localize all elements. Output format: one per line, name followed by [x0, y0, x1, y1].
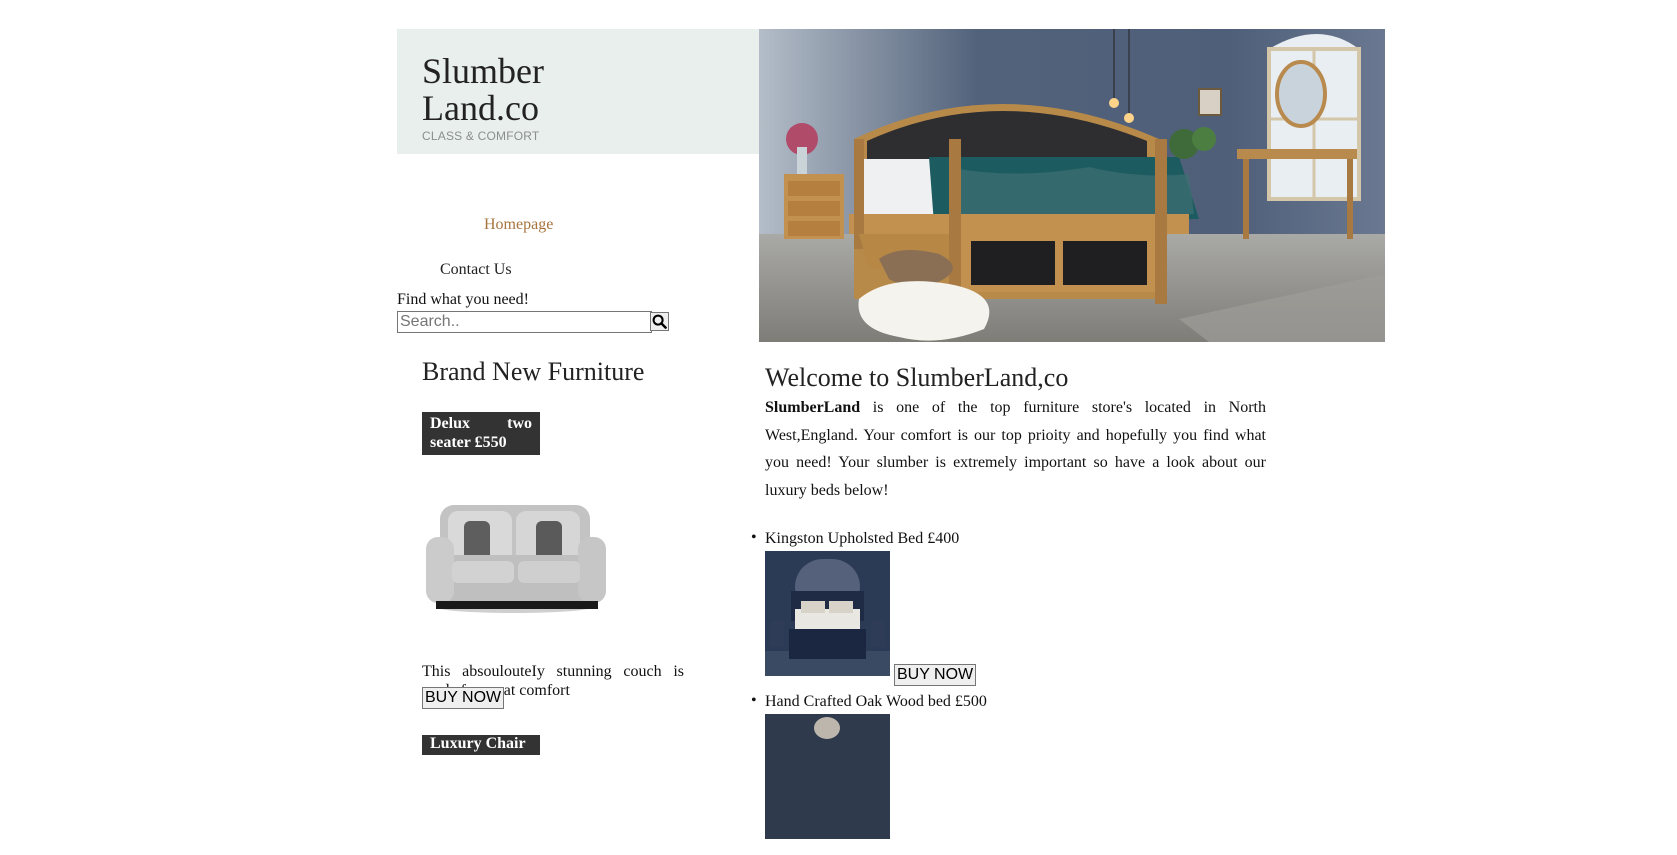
- hero-bedroom-image: [759, 29, 1385, 342]
- sidebar-section-title: Brand New Furniture: [422, 357, 645, 386]
- left-column: Slumber Land.co CLASS & COMFORT: [397, 29, 759, 154]
- bed-image-oak[interactable]: [765, 714, 890, 839]
- site-logo-title[interactable]: Slumber Land.co: [422, 29, 759, 127]
- bed-name: Hand Crafted Oak Wood bed £500: [765, 693, 987, 710]
- brand-title-line1: Slumber: [422, 51, 544, 91]
- search-button[interactable]: [650, 312, 669, 331]
- brand-tagline: CLASS & COMFORT: [422, 129, 540, 143]
- brand-header: Slumber Land.co CLASS & COMFORT: [397, 29, 759, 154]
- page-wrapper: Slumber Land.co CLASS & COMFORT Homepage …: [397, 29, 1385, 839]
- bed-image-kingston[interactable]: [765, 551, 890, 676]
- search-input[interactable]: [397, 311, 652, 333]
- welcome-paragraph: SlumberLand is one of the top furniture …: [765, 394, 1266, 504]
- bed-list: Kingston Upholsted Bed £400 BUY NOW Hand…: [751, 529, 987, 855]
- search-icon: [652, 314, 667, 329]
- intro-brand-bold: SlumberLand: [765, 399, 861, 416]
- welcome-heading: Welcome to SlumberLand,co: [765, 363, 1069, 392]
- list-item: Kingston Upholsted Bed £400 BUY NOW: [751, 529, 987, 692]
- nav-homepage-link[interactable]: Homepage: [484, 216, 553, 234]
- buy-now-button-kingston[interactable]: BUY NOW: [894, 664, 977, 686]
- list-item: Hand Crafted Oak Wood bed £500: [751, 692, 987, 855]
- couch-image[interactable]: [422, 477, 612, 652]
- bed-name: Kingston Upholsted Bed £400: [765, 530, 960, 547]
- search-label: Find what you need!: [397, 291, 529, 308]
- product-tag-delux-two-seater: Delux two seater £550: [422, 412, 540, 455]
- nav-contact-link[interactable]: Contact Us: [440, 261, 512, 279]
- product-tag-luxury-chair: Luxury Chair: [422, 735, 540, 755]
- brand-title-line2: Land.co: [422, 88, 539, 128]
- buy-now-button-couch[interactable]: BUY NOW: [422, 687, 505, 709]
